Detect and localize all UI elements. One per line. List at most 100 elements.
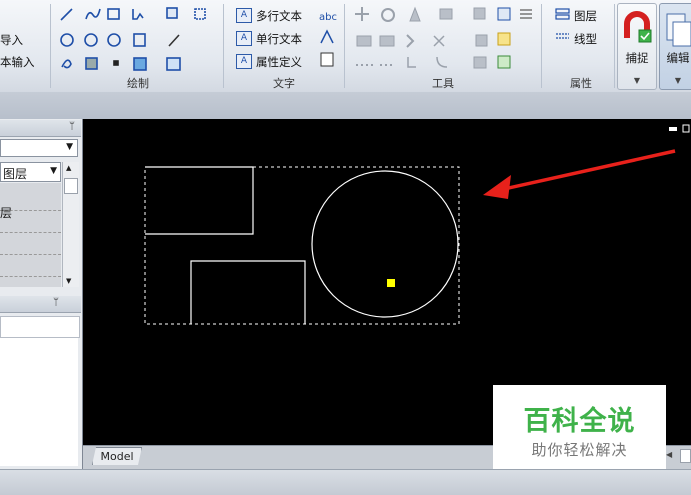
- props-icons: [555, 8, 570, 39]
- list-item[interactable]: [0, 234, 61, 255]
- stext-icon: A: [236, 31, 252, 46]
- linetype-button[interactable]: 线型: [574, 31, 597, 47]
- attdef-button[interactable]: 属性定义: [256, 54, 302, 70]
- props-group-label: 属性: [570, 77, 592, 90]
- layer-combo-value: 图层: [3, 167, 28, 181]
- annotation-arrow-line: [494, 149, 676, 193]
- list-icon: [520, 9, 532, 19]
- layer-button[interactable]: 图层: [574, 8, 597, 24]
- status-bar: [0, 469, 691, 495]
- annotation-arrowhead: [483, 175, 511, 199]
- layer-combo[interactable]: 图层 ▼: [0, 162, 61, 182]
- chevron-down-icon: ▼: [50, 166, 57, 176]
- chamfer-icon: [407, 57, 416, 68]
- layer-list: 层: [0, 183, 61, 287]
- snap-button[interactable]: 捕捉 ▼: [617, 3, 657, 90]
- viewport-control: [682, 124, 690, 133]
- properties-area: [0, 338, 78, 466]
- attdef-icon: A: [236, 54, 252, 69]
- group-separator: [50, 4, 51, 88]
- rectangle-shape: [190, 260, 306, 324]
- polyline-icon: [85, 8, 101, 20]
- spiral-icon: [61, 59, 72, 69]
- break-icon: [433, 35, 445, 47]
- copy-icon: [133, 33, 146, 47]
- group-separator: [541, 4, 542, 88]
- edit-label: 编辑: [666, 51, 690, 65]
- extend-icon: [406, 34, 415, 48]
- chevron-down-icon: ▼: [633, 76, 641, 85]
- text-edit-icon: [320, 29, 334, 44]
- snap-label: 捕捉: [625, 51, 649, 65]
- edit-button[interactable]: 编辑 ▼: [659, 3, 691, 90]
- point-icon: [113, 60, 119, 66]
- mtext-button[interactable]: 多行文本: [256, 8, 302, 24]
- insert-block-icon: [166, 7, 178, 19]
- watermark: 百科全说 助你轻松解决: [493, 385, 666, 469]
- text-style-icon: abc: [319, 12, 337, 23]
- scale-icon: [439, 8, 453, 20]
- tools-icons[interactable]: [352, 5, 537, 70]
- clipboard-icon: [666, 13, 691, 47]
- grip-point: [387, 279, 395, 287]
- viewport-control: [669, 127, 677, 131]
- properties-combo[interactable]: [0, 316, 80, 338]
- fillet-icon: [436, 56, 448, 68]
- ribbon-collapsed-strip: [0, 92, 691, 119]
- layer-panel-header: ᛘ: [0, 120, 81, 137]
- layer-icon: [555, 8, 570, 14]
- text-find-icon: [320, 52, 334, 67]
- chevron-down-icon: ▼: [66, 142, 73, 152]
- move-icon: [355, 7, 369, 21]
- table-icon: [166, 57, 181, 71]
- list-item[interactable]: [0, 256, 61, 277]
- block-insert-button[interactable]: 本输入: [0, 54, 35, 70]
- explode-icon: [473, 56, 487, 69]
- scrollbar[interactable]: ▲ ▼: [62, 162, 79, 287]
- spline-icon: [132, 9, 144, 20]
- image-icon: [133, 57, 147, 71]
- draw-group-label: 绘制: [127, 77, 149, 90]
- watermark-subtitle: 助你轻松解决: [531, 441, 628, 459]
- selection-box: [144, 166, 460, 325]
- scroll-thumb[interactable]: [64, 178, 78, 194]
- line-icon: [60, 8, 73, 21]
- chevron-down-icon: ▼: [674, 76, 682, 85]
- mirror-icon: [409, 6, 421, 22]
- horizontal-scroll-thumb[interactable]: [680, 449, 691, 463]
- offset-icon: [473, 7, 486, 20]
- draw-tools-icons[interactable]: [58, 5, 218, 75]
- hatch-region-icon: [194, 8, 206, 20]
- circle-shape: [311, 170, 459, 318]
- list-item[interactable]: 层: [0, 206, 61, 233]
- import-button[interactable]: 导入: [0, 32, 23, 48]
- circle-3p-icon: [107, 33, 121, 47]
- panel-type-combo[interactable]: ▼: [0, 139, 78, 157]
- pin-icon[interactable]: ᛘ: [69, 121, 75, 132]
- circle-icon: [60, 33, 74, 47]
- group-separator: [223, 4, 224, 88]
- text-style-icons[interactable]: abc: [318, 5, 338, 70]
- array-icon: [475, 34, 488, 47]
- pin-icon[interactable]: ᛘ: [53, 297, 59, 308]
- group-separator: [614, 4, 615, 88]
- group-icon: [497, 32, 511, 46]
- linetype-icon: [556, 33, 569, 39]
- stext-button[interactable]: 单行文本: [256, 31, 302, 47]
- text-group-label: 文字: [273, 77, 295, 90]
- trim-icon: [379, 35, 395, 47]
- ungroup-icon: [497, 55, 511, 69]
- scroll-up-icon[interactable]: ▲: [66, 164, 71, 172]
- properties-panel-header: ᛘ: [0, 296, 81, 313]
- mtext-icon: A: [236, 8, 252, 23]
- circle-2p-icon: [84, 33, 98, 47]
- stretch-icon: [356, 35, 372, 47]
- tab-model[interactable]: Model: [92, 447, 142, 465]
- tools-group-label: 工具: [432, 77, 454, 90]
- match-prop-icon: [497, 7, 511, 21]
- hatch-icon: [85, 57, 98, 70]
- list-item-label: 层: [0, 206, 13, 220]
- scroll-down-icon[interactable]: ▼: [66, 277, 71, 285]
- pencil-icon: [168, 34, 180, 47]
- scroll-left-icon[interactable]: ◀: [666, 450, 672, 459]
